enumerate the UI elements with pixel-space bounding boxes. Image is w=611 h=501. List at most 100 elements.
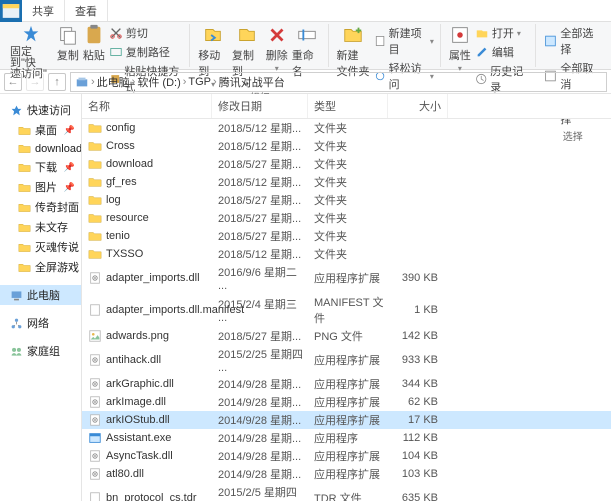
up-button[interactable]: ↑ (48, 73, 66, 91)
file-row[interactable]: resource2018/5/27 星期...文件夹 (82, 209, 611, 227)
file-row[interactable]: Assistant.exe2014/9/28 星期...应用程序112 KB (82, 429, 611, 447)
sidebar-item[interactable]: 未文存 (0, 217, 81, 237)
file-type: 文件夹 (308, 192, 388, 208)
paste-button[interactable]: 粘贴 (83, 24, 105, 63)
file-size: 1 KB (388, 304, 448, 316)
file-type: 文件夹 (308, 228, 388, 244)
ribbon: 固定到"快速访问" 复制 粘贴 剪切 复制路径 粘贴快捷方式 剪贴板 移动到▾ … (0, 22, 611, 70)
file-type: 应用程序扩展 (308, 376, 388, 392)
file-name: bn_protocol_cs.tdr (106, 492, 197, 501)
file-date: 2018/5/27 星期... (212, 210, 308, 226)
sidebar-homegroup[interactable]: 家庭组 (0, 341, 81, 361)
file-row[interactable]: adwards.png2018/5/27 星期...PNG 文件142 KB (82, 327, 611, 345)
file-row[interactable]: arkGraphic.dll2014/9/28 星期...应用程序扩展344 K… (82, 375, 611, 393)
file-size: 344 KB (388, 378, 448, 390)
open-button[interactable]: 打开▾ (475, 24, 530, 42)
folder-icon (88, 121, 102, 135)
file-date: 2018/5/12 星期... (212, 138, 308, 154)
new-item-button[interactable]: 新建项目▾ (374, 24, 434, 58)
tab-view[interactable]: 查看 (65, 0, 108, 21)
folder-icon (88, 139, 102, 153)
file-row[interactable]: gf_res2018/5/12 星期...文件夹 (82, 173, 611, 191)
copy-path-button[interactable]: 复制路径 (109, 43, 183, 61)
file-list-pane[interactable]: 名称 修改日期 类型 大小 config2018/5/12 星期...文件夹Cr… (82, 94, 611, 501)
delete-button[interactable]: 删除▾ (266, 24, 288, 73)
copy-button[interactable]: 复制 (57, 24, 79, 63)
file-date: 2014/9/28 星期... (212, 466, 308, 482)
file-name: config (106, 122, 135, 134)
file-row[interactable]: Cross 2018/5/12 星期...文件夹 (82, 137, 611, 155)
dll-icon (88, 395, 102, 409)
file-type: 文件夹 (308, 138, 388, 154)
file-row[interactable]: tenio2018/5/27 星期...文件夹 (82, 227, 611, 245)
folder-icon (18, 241, 31, 254)
sidebar-quick-access[interactable]: 快速访问 (0, 100, 81, 120)
file-date: 2018/5/12 星期... (212, 246, 308, 262)
breadcrumb-seg[interactable]: TGP (188, 76, 211, 88)
file-name: Cross (106, 140, 135, 152)
column-headers[interactable]: 名称 修改日期 类型 大小 (82, 94, 611, 119)
sidebar-this-pc[interactable]: 此电脑 (0, 285, 81, 305)
sidebar-network[interactable]: 网络 (0, 313, 81, 333)
sidebar-item[interactable]: 全屏游戏 (0, 257, 81, 277)
file-date: 2014/9/28 星期... (212, 430, 308, 446)
file-date: 2014/9/28 星期... (212, 448, 308, 464)
file-row[interactable]: arkImage.dll2014/9/28 星期...应用程序扩展62 KB (82, 393, 611, 411)
file-type: 文件夹 (308, 210, 388, 226)
file-type: 应用程序扩展 (308, 412, 388, 428)
file-row[interactable]: adapter_imports.dll2016/9/6 星期二 ...应用程序扩… (82, 263, 611, 293)
breadcrumb[interactable]: › 此电脑› 软件 (D:)› TGP› 腾讯对战平台 (70, 72, 607, 92)
file-size: 62 KB (388, 396, 448, 408)
file-size: 635 KB (388, 492, 448, 501)
sidebar-item[interactable]: 下载📌 (0, 157, 81, 177)
file-type: TDR 文件 (308, 490, 388, 501)
file-name: tenio (106, 230, 130, 242)
tab-share[interactable]: 共享 (22, 0, 65, 21)
file-row[interactable]: download2018/5/27 星期...文件夹 (82, 155, 611, 173)
file-name: antihack.dll (106, 354, 161, 366)
file-row[interactable]: bn_protocol_cs.tdr2015/2/5 星期四 ...TDR 文件… (82, 483, 611, 501)
file-date: 2018/5/27 星期... (212, 156, 308, 172)
file-row[interactable]: antihack.dll2015/2/25 星期四 ...应用程序扩展933 K… (82, 345, 611, 375)
file-row[interactable]: config2018/5/12 星期...文件夹 (82, 119, 611, 137)
file-size: 103 KB (388, 468, 448, 480)
select-all-button[interactable]: 全部选择 (544, 24, 601, 58)
file-type: 应用程序扩展 (308, 448, 388, 464)
file-row[interactable]: TXSSO2018/5/12 星期...文件夹 (82, 245, 611, 263)
col-name[interactable]: 名称 (82, 94, 212, 118)
file-row[interactable]: atl80.dll2014/9/28 星期...应用程序扩展103 KB (82, 465, 611, 483)
file-date: 2018/5/27 星期... (212, 192, 308, 208)
back-button[interactable]: ← (4, 73, 22, 91)
col-size[interactable]: 大小 (388, 94, 448, 118)
folder-icon (88, 247, 102, 261)
file-row[interactable]: log2018/5/27 星期...文件夹 (82, 191, 611, 209)
file-row[interactable]: arkIOStub.dll2014/9/28 星期...应用程序扩展17 KB (82, 411, 611, 429)
breadcrumb-seg[interactable]: 此电脑 (97, 74, 130, 90)
file-size: 17 KB (388, 414, 448, 426)
breadcrumb-seg[interactable]: 软件 (D:) (137, 74, 180, 90)
col-type[interactable]: 类型 (308, 94, 388, 118)
nav-sidebar: 快速访问 桌面📌download📌下载📌图片📌传奇封面未文存灭魂传说全屏游戏 此… (0, 94, 82, 501)
forward-button[interactable]: → (26, 73, 44, 91)
properties-button[interactable]: 属性▾ (449, 24, 471, 73)
sidebar-item[interactable]: 图片📌 (0, 177, 81, 197)
file-row[interactable]: AsyncTask.dll2014/9/28 星期...应用程序扩展104 KB (82, 447, 611, 465)
sidebar-item[interactable]: 传奇封面 (0, 197, 81, 217)
file-date: 2015/2/4 星期三 ... (212, 296, 308, 324)
sidebar-item[interactable]: 灭魂传说 (0, 237, 81, 257)
cut-button[interactable]: 剪切 (109, 24, 183, 42)
dll-icon (88, 353, 102, 367)
breadcrumb-seg[interactable]: 腾讯对战平台 (219, 74, 285, 90)
file-type: 应用程序扩展 (308, 270, 388, 286)
pin-to-quick-access-button[interactable]: 固定到"快速访问" (10, 24, 53, 80)
sidebar-item[interactable]: download📌 (0, 140, 81, 157)
dll-icon (88, 377, 102, 391)
file-size: 390 KB (388, 272, 448, 284)
file-name: arkGraphic.dll (106, 378, 174, 390)
file-date: 2018/5/27 星期... (212, 328, 308, 344)
edit-button[interactable]: 编辑 (475, 43, 530, 61)
sidebar-item[interactable]: 桌面📌 (0, 120, 81, 140)
col-date[interactable]: 修改日期 (212, 94, 308, 118)
file-row[interactable]: adapter_imports.dll.manifest2015/2/4 星期三… (82, 293, 611, 327)
file-type: 应用程序扩展 (308, 466, 388, 482)
